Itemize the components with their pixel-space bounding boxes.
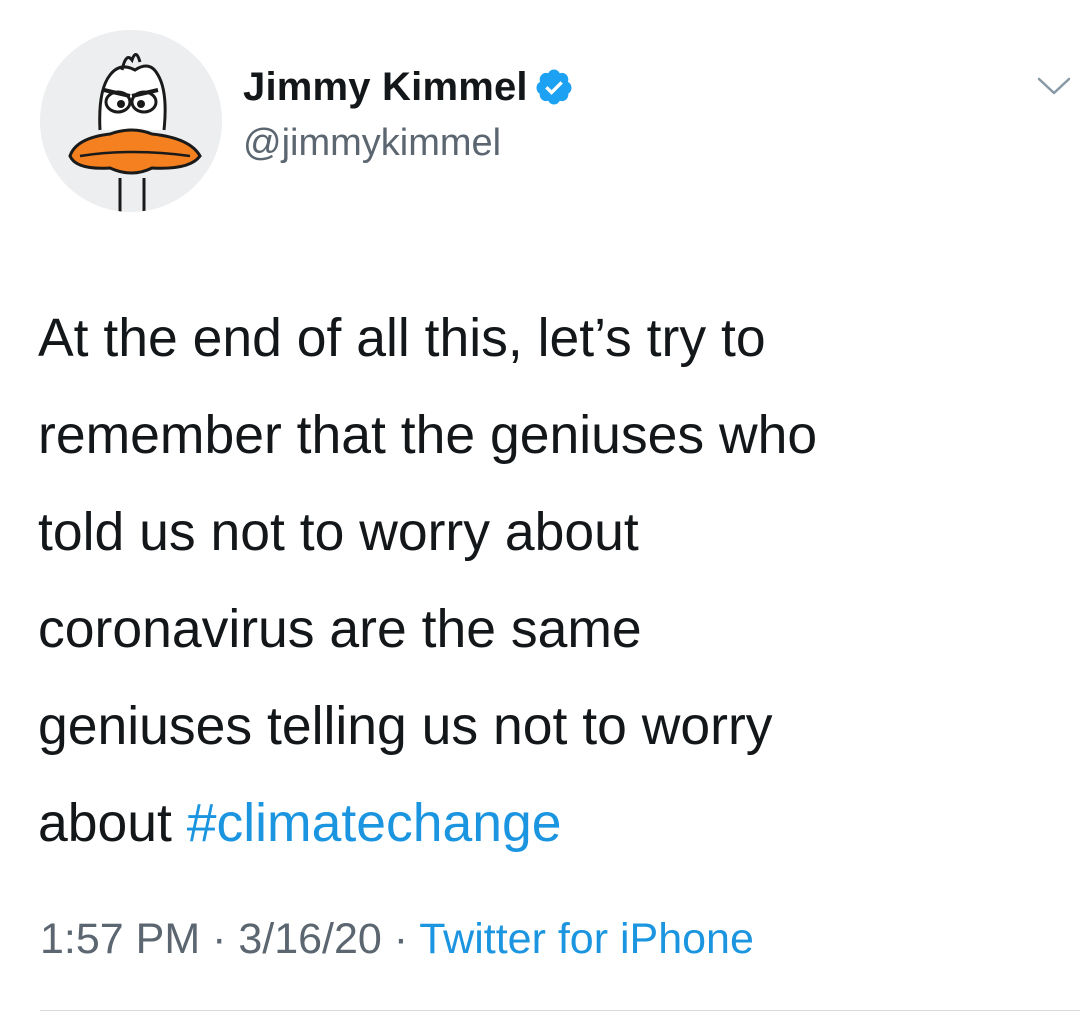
tweet-date[interactable]: 3/16/20 xyxy=(238,915,381,963)
duck-avatar-icon xyxy=(40,30,222,212)
tweet-source-link[interactable]: Twitter for iPhone xyxy=(419,915,754,963)
meta-separator: · xyxy=(200,915,239,963)
tweet-text-line: geniuses telling us not to worry xyxy=(38,697,773,756)
tweet-text-last-line: about #climatechange xyxy=(38,775,1048,872)
tweet-text-line: about xyxy=(38,794,187,853)
tweet-card: Jimmy Kimmel @jimmykimmel At the end of … xyxy=(0,0,1080,1017)
chevron-down-icon[interactable] xyxy=(1036,74,1072,98)
hashtag-link[interactable]: #climatechange xyxy=(187,794,562,853)
author-display-name[interactable]: Jimmy Kimmel xyxy=(243,65,528,110)
avatar[interactable] xyxy=(40,30,222,212)
author-name-row[interactable]: Jimmy Kimmel xyxy=(243,62,574,112)
tweet-text-line: remember that the geniuses who xyxy=(38,406,818,465)
tweet-text: At the end of all this, let’s try to rem… xyxy=(38,290,1048,872)
divider xyxy=(40,1010,1080,1011)
meta-separator: · xyxy=(381,915,420,963)
tweet-text-line: coronavirus are the same xyxy=(38,600,642,659)
author-handle[interactable]: @jimmykimmel xyxy=(243,122,501,165)
tweet-text-line: told us not to worry about xyxy=(38,503,639,562)
verified-badge-icon xyxy=(536,69,572,105)
tweet-time[interactable]: 1:57 PM xyxy=(40,915,200,963)
tweet-metadata: 1:57 PM · 3/16/20 · Twitter for iPhone xyxy=(40,915,754,964)
tweet-text-line: At the end of all this, let’s try to xyxy=(38,309,766,368)
